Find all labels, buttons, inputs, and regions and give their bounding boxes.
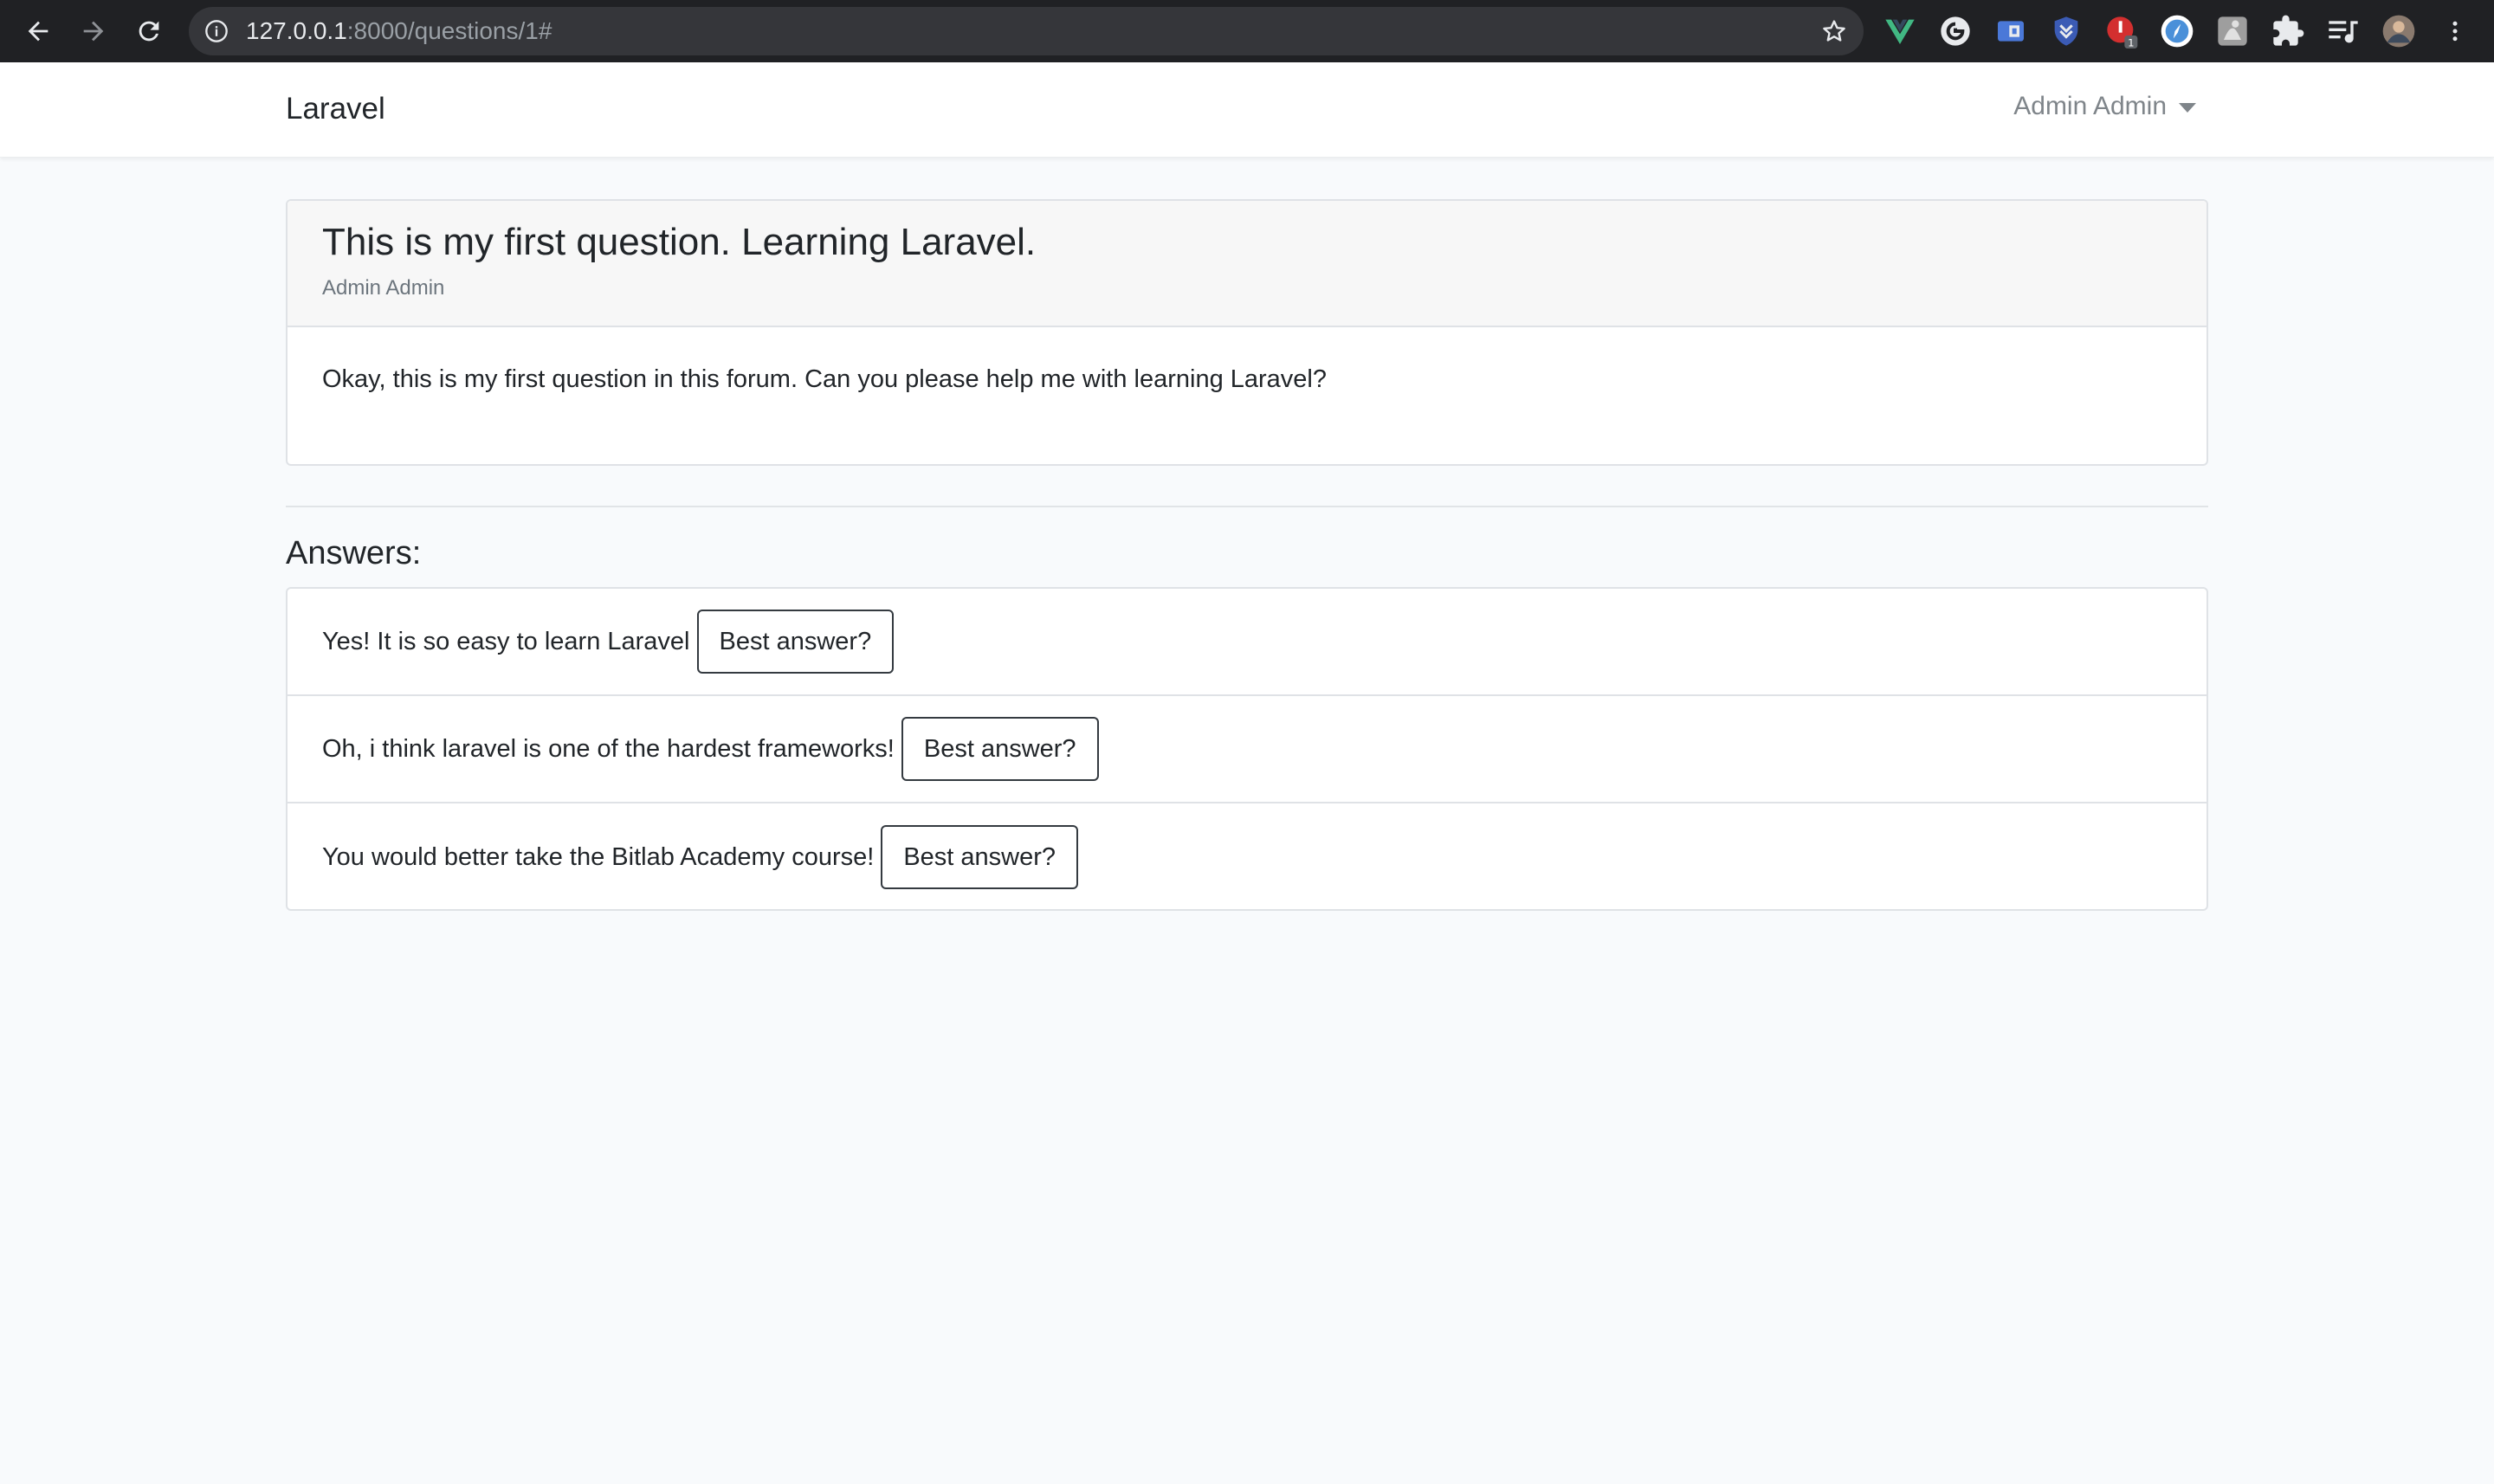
answer-text: Oh, i think laravel is one of the hardes…: [322, 734, 895, 763]
extensions-button[interactable]: [2271, 14, 2305, 48]
extension-g-button[interactable]: [1938, 14, 1973, 48]
bookmark-star-icon[interactable]: [1820, 17, 1848, 45]
user-dropdown-toggle[interactable]: Admin Admin: [2013, 92, 2196, 121]
answer-item: You would better take the Bitlab Academy…: [288, 803, 2206, 909]
extension-badge: 1: [2128, 37, 2134, 49]
extension-shield-button[interactable]: [2049, 14, 2084, 48]
extension-box-icon: [1998, 21, 2024, 42]
arrow-left-icon: [28, 21, 48, 42]
question-header: This is my first question. Learning Lara…: [288, 201, 2206, 327]
profile-button[interactable]: [2381, 14, 2416, 48]
vue-devtools-button[interactable]: [1883, 14, 1917, 48]
profile-avatar-icon: [2382, 15, 2415, 48]
answers-list: Yes! It is so easy to learn Laravel Best…: [286, 587, 2208, 911]
info-icon[interactable]: [204, 19, 229, 43]
reload-button[interactable]: [130, 12, 168, 50]
forward-button[interactable]: [74, 12, 113, 50]
url-text[interactable]: 127.0.0.1:8000/questions/1#: [246, 7, 552, 55]
answer-item: Oh, i think laravel is one of the hardes…: [288, 696, 2206, 803]
extension-gray-button[interactable]: [2215, 14, 2250, 48]
reload-icon: [139, 21, 159, 42]
address-bar[interactable]: 127.0.0.1:8000/questions/1#: [189, 7, 1864, 55]
extension-box-button[interactable]: [1993, 14, 2028, 48]
url-host: 127.0.0.1: [246, 17, 347, 44]
playlist-icon: [2329, 21, 2358, 43]
extension-gray-icon: [2218, 16, 2247, 46]
answers-heading: Answers:: [286, 535, 422, 571]
arrow-right-icon: [83, 21, 104, 42]
brand-link[interactable]: Laravel: [286, 92, 385, 126]
extension-compass-button[interactable]: [2160, 14, 2194, 48]
caret-down-icon: [2179, 102, 2196, 113]
extension-g-icon: [1941, 16, 1970, 46]
extension-red-icon: 1: [2107, 16, 2138, 49]
browser-menu-button[interactable]: [2442, 14, 2468, 48]
best-answer-button[interactable]: Best answer?: [901, 717, 1099, 781]
question-author: Admin Admin: [322, 275, 445, 300]
answer-text: You would better take the Bitlab Academy…: [322, 842, 875, 871]
best-answer-button[interactable]: Best answer?: [696, 610, 895, 674]
puzzle-icon: [2273, 15, 2304, 46]
answer-text: Yes! It is so easy to learn Laravel: [322, 627, 690, 655]
best-answer-button[interactable]: Best answer?: [881, 825, 1079, 889]
app-navbar: Laravel Admin Admin: [0, 62, 2494, 158]
question-card: This is my first question. Learning Lara…: [286, 199, 2208, 466]
section-divider: [286, 506, 2208, 507]
url-path: :8000/questions/1#: [346, 17, 552, 44]
user-name: Admin Admin: [2013, 92, 2167, 120]
vue-devtools-icon: [1885, 19, 1915, 44]
question-title: This is my first question. Learning Lara…: [322, 221, 1037, 263]
back-button[interactable]: [19, 12, 57, 50]
answer-item: Yes! It is so easy to learn Laravel Best…: [288, 589, 2206, 696]
extension-shield-icon: [2054, 16, 2078, 46]
extension-compass-icon: [2161, 15, 2194, 48]
browser-toolbar: 127.0.0.1:8000/questions/1# 1: [0, 0, 2494, 62]
question-body: Okay, this is my first question in this …: [322, 365, 1327, 393]
more-vert-icon: [2452, 21, 2458, 42]
media-control-button[interactable]: [2326, 14, 2361, 48]
extension-red-button[interactable]: 1: [2104, 14, 2139, 48]
